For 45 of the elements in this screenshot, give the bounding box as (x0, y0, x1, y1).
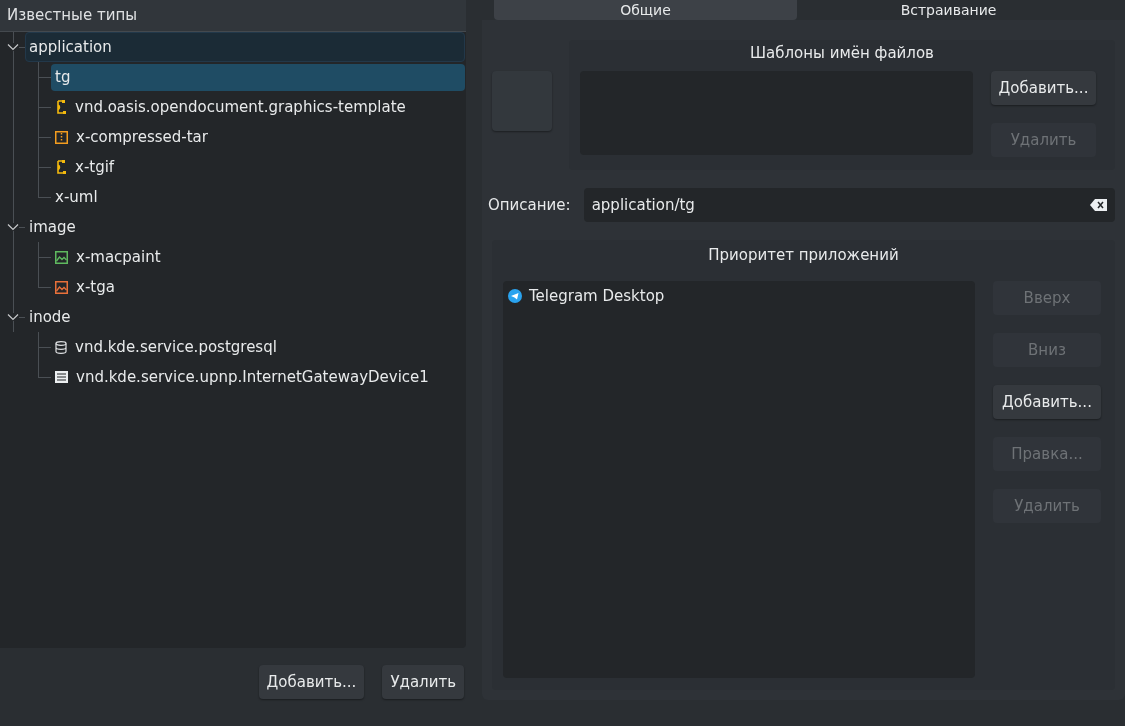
tab[interactable]: Общие (494, 0, 797, 20)
item-label: x-tgif (75, 156, 115, 178)
push-button[interactable]: Добавить... (991, 71, 1096, 105)
chevron-icon[interactable] (7, 313, 19, 321)
group-title: Шаблоны имён файлов (749, 43, 935, 64)
vector-curve-icon (55, 100, 67, 114)
vector-curve-icon (55, 160, 67, 174)
paper-plane-icon (508, 289, 522, 303)
item-label: tg (55, 66, 71, 88)
item-label: x-tga (76, 276, 115, 298)
tree-item[interactable]: x-tga (51, 273, 465, 301)
tree-item[interactable]: x-uml (51, 183, 465, 211)
item-label: x-compressed-tar (76, 126, 208, 148)
archive-icon (55, 130, 68, 144)
list-item[interactable]: Telegram Desktop (508, 285, 970, 307)
app-name: Telegram Desktop (529, 285, 665, 307)
column-header: Известные типы (0, 0, 466, 32)
item-label: vnd.kde.service.upnp.InternetGatewayDevice1 (76, 366, 429, 388)
chevron-icon[interactable] (7, 223, 19, 231)
document-icon (55, 371, 68, 383)
application-list[interactable]: Telegram Desktop (503, 281, 975, 678)
push-button[interactable]: Удалить (382, 665, 464, 699)
tree-item[interactable]: x-compressed-tar (51, 123, 465, 151)
item-label: vnd.oasis.opendocument.graphics-template (75, 96, 406, 118)
item-label: x-macpaint (76, 246, 161, 268)
tree-item[interactable]: vnd.oasis.opendocument.graphics-template (51, 93, 465, 121)
tree-item[interactable]: x-tgif (51, 153, 465, 181)
field-label: Описание: (488, 194, 571, 216)
push-button[interactable]: Добавить... (258, 665, 365, 699)
description-field[interactable]: application/tg (583, 188, 1115, 222)
clear-icon[interactable] (1090, 199, 1107, 211)
tab[interactable]: Встраивание (797, 0, 1100, 20)
tree-item[interactable]: inode (25, 302, 465, 332)
tree-item[interactable]: vnd.kde.service.upnp.InternetGatewayDevice1 (51, 363, 465, 391)
push-button[interactable]: Добавить... (993, 385, 1101, 419)
tree-item[interactable]: x-macpaint (51, 243, 465, 271)
chevron-icon[interactable] (7, 43, 19, 51)
tree-item[interactable]: vnd.kde.service.postgresql (51, 333, 465, 361)
item-label: x-uml (55, 186, 98, 208)
item-label: vnd.kde.service.postgresql (75, 336, 277, 358)
tree-item[interactable]: tg (51, 63, 465, 91)
database-icon (55, 340, 67, 354)
tree-item[interactable]: application (25, 32, 465, 62)
tree-item[interactable]: image (25, 212, 465, 242)
group-title: Приоритет приложений (707, 245, 900, 266)
